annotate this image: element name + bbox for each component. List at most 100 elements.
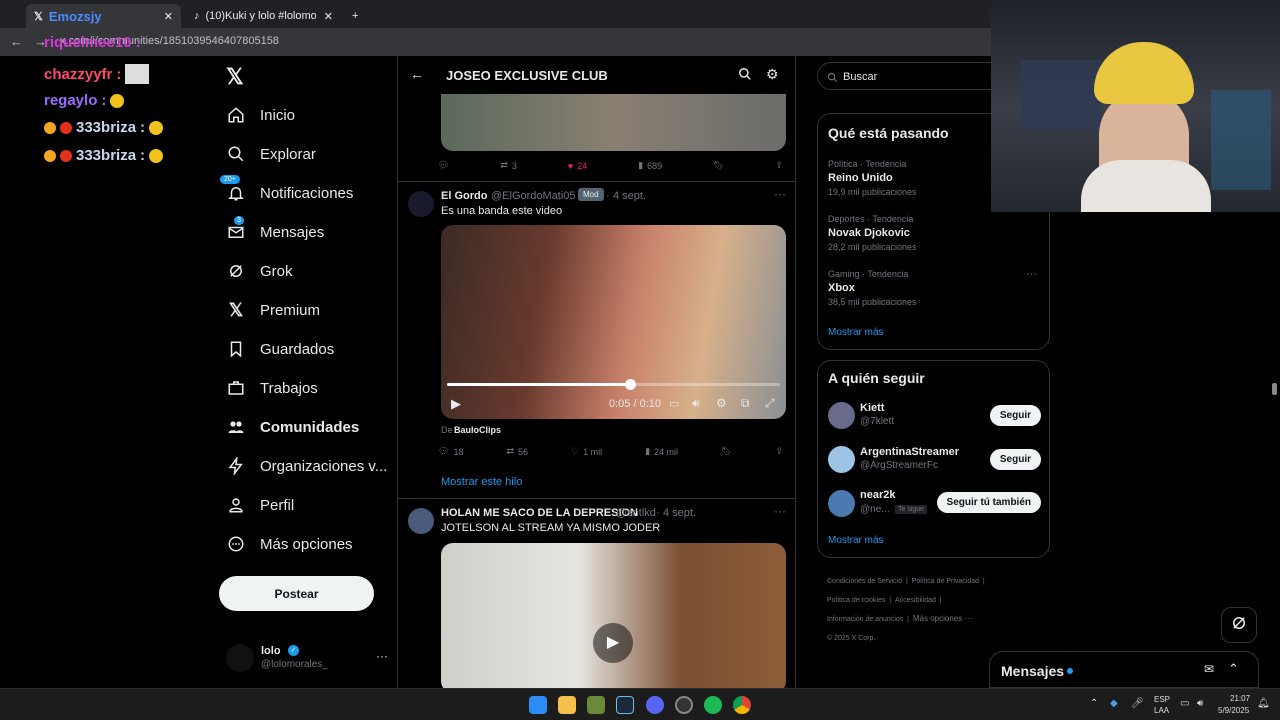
show-more-follow-link[interactable]: Mostrar más	[828, 535, 884, 546]
expand-icon[interactable]: ⌃	[1228, 661, 1239, 677]
messages-drawer[interactable]: Mensajes ✉ ⌃	[989, 651, 1259, 688]
source-link[interactable]: BauloClips	[454, 425, 501, 435]
settings-icon[interactable]: ⚙	[716, 396, 727, 410]
volume-icon[interactable]: 🔊︎	[1197, 698, 1203, 709]
sidebar-item-explorar[interactable]: Explorar	[226, 135, 316, 173]
browser-tab-2[interactable]: ♪ (10)Kuki y lolo #lolomorales # ✕	[186, 4, 341, 28]
play-icon[interactable]: ▶	[451, 396, 461, 412]
webcam-overlay	[991, 0, 1280, 212]
sidebar-item-perfil[interactable]: Perfil	[226, 486, 294, 524]
sidebar-item-mas-opciones[interactable]: Más opciones	[226, 525, 353, 563]
more-dots-icon[interactable]: ···	[774, 187, 786, 201]
search-icon	[827, 70, 838, 88]
obs-icon[interactable]	[675, 696, 693, 714]
video-player[interactable]: ▶ 0:05 / 0:10 ▭ 🔊︎ ⚙ ⧉ ⤢	[441, 225, 786, 419]
retweet-button[interactable]: ⇄ 56	[506, 446, 528, 457]
more-dots-icon[interactable]: ···	[774, 504, 786, 518]
post[interactable]: HOLAN ME SACO DE LA DEPRESION @sntlkd · …	[398, 499, 795, 688]
notification-center-icon[interactable]: 🔔︎	[1257, 698, 1270, 709]
follow-back-button[interactable]: Seguir tú también	[936, 492, 1041, 513]
video-scrubber-handle[interactable]	[625, 379, 637, 390]
tiktok-favicon-icon: ♪	[194, 10, 200, 22]
badge-icon	[60, 121, 72, 134]
trend-item[interactable]: Deportes · Tendencia Novak Djokovic 28,2…	[828, 214, 917, 252]
search-field[interactable]: Buscar	[817, 62, 1017, 90]
app-icon[interactable]	[587, 696, 605, 714]
chat-line: chazzyyfr:	[44, 64, 150, 84]
video-player[interactable]: ▶	[441, 543, 786, 688]
post-media-image[interactable]	[441, 94, 786, 151]
bookmark-icon[interactable]: 🔖︎	[721, 446, 732, 457]
trend-item[interactable]: Política · Tendencia Reino Unido 19,9 mi…	[828, 159, 917, 197]
bookmark-icon[interactable]: 🔖︎	[713, 160, 724, 171]
captions-icon[interactable]: ▭	[669, 397, 679, 410]
x-logo-icon[interactable]: 𝕏	[226, 64, 244, 90]
follow-suggestion[interactable]: Kiett @7kiett Seguir	[818, 397, 1051, 437]
show-more-trends-link[interactable]: Mostrar más	[828, 327, 884, 338]
reply-button[interactable]: 💬︎ 18	[438, 446, 463, 457]
grok-floating-button[interactable]	[1221, 607, 1257, 643]
post-button[interactable]: Postear	[219, 576, 374, 611]
follow-suggestion[interactable]: ArgentinaStreamer @ArgStreamerFc Seguir	[818, 441, 1051, 481]
sidebar-item-organizaciones[interactable]: Organizaciones v...	[226, 447, 387, 485]
follow-button[interactable]: Seguir	[989, 405, 1041, 426]
like-button[interactable]: ♡ 1 mil	[571, 446, 602, 457]
sidebar-item-premium[interactable]: 𝕏 Premium	[226, 291, 320, 329]
scrollbar-thumb[interactable]	[1272, 383, 1277, 395]
browser-tab-1[interactable]: 𝕏 Emozsjy ✕	[26, 4, 181, 28]
account-switcher[interactable]: lolo ✓ @lolomorales_ ···	[226, 644, 388, 674]
grok-icon	[1230, 614, 1248, 637]
show-thread-link[interactable]: Mostrar este hilo	[441, 476, 522, 488]
gear-icon[interactable]: ⚙	[766, 66, 779, 83]
footer-links: Condiciones de Servicio | Política de Pr…	[827, 578, 985, 642]
reply-icon[interactable]: 💬︎	[438, 160, 449, 171]
pip-icon[interactable]: ⧉	[741, 396, 750, 411]
sidebar-item-trabajos[interactable]: Trabajos	[226, 369, 318, 407]
home-icon	[226, 105, 246, 125]
badge-icon	[60, 149, 72, 162]
tray-app-icon[interactable]: ◆	[1110, 698, 1118, 709]
sidebar-item-grok[interactable]: Grok	[226, 252, 293, 290]
badge-icon	[44, 149, 56, 162]
trend-item[interactable]: Gaming · Tendencia Xbox 38,5 mil publica…	[828, 269, 917, 307]
chrome-icon[interactable]	[733, 696, 751, 714]
shirt	[1081, 160, 1211, 212]
follow-button[interactable]: Seguir	[989, 449, 1041, 470]
tray-chevron-icon[interactable]: ⌃	[1090, 698, 1098, 709]
close-tab-icon[interactable]: ✕	[324, 10, 333, 23]
back-icon[interactable]: ←	[10, 34, 23, 49]
share-icon[interactable]: ⇪	[775, 160, 783, 171]
steam-icon[interactable]	[616, 696, 634, 714]
more-dots-icon[interactable]: ···	[376, 649, 388, 663]
volume-icon[interactable]: 🔊︎	[692, 396, 700, 411]
play-icon[interactable]: ▶	[593, 623, 633, 663]
microphone-icon[interactable]: 🎤︎	[1131, 698, 1144, 709]
close-tab-icon[interactable]: ✕	[164, 10, 173, 23]
views-count[interactable]: ▮ 689	[638, 160, 662, 171]
like-button[interactable]: ♥ 24	[568, 160, 587, 171]
retweet-button[interactable]: ⇄ 3	[500, 160, 517, 171]
discord-icon[interactable]	[646, 696, 664, 714]
sidebar-item-comunidades[interactable]: Comunidades	[226, 408, 359, 446]
follow-suggestion[interactable]: near2k @ne... Te sigue Seguir tú también	[818, 485, 1051, 525]
sidebar-item-mensajes[interactable]: 3 Mensajes	[226, 213, 324, 251]
back-arrow-icon[interactable]: ←	[410, 66, 424, 82]
sidebar-item-guardados[interactable]: Guardados	[226, 330, 334, 368]
start-icon[interactable]	[529, 696, 547, 714]
new-message-icon[interactable]: ✉	[1204, 662, 1214, 676]
sidebar-item-notificaciones[interactable]: 20+ Notificaciones	[220, 174, 353, 212]
more-dots-icon[interactable]: ···	[1026, 268, 1037, 280]
video-scrubber[interactable]	[447, 379, 780, 390]
file-explorer-icon[interactable]	[558, 696, 576, 714]
sidebar-item-inicio[interactable]: Inicio	[226, 96, 295, 134]
fullscreen-icon[interactable]: ⤢	[765, 396, 775, 411]
more-circle-icon	[226, 534, 246, 554]
new-tab-button[interactable]: +	[344, 4, 366, 28]
share-icon[interactable]: ⇪	[775, 446, 783, 457]
spotify-icon[interactable]	[704, 696, 722, 714]
network-icon[interactable]: ▭	[1180, 698, 1189, 709]
search-icon[interactable]	[738, 67, 752, 86]
post[interactable]: El Gordo @ElGordoMati05 Mod · 4 sept. ··…	[398, 182, 795, 497]
lightning-icon	[226, 456, 246, 476]
views-count[interactable]: ▮ 24 mil	[645, 446, 678, 457]
